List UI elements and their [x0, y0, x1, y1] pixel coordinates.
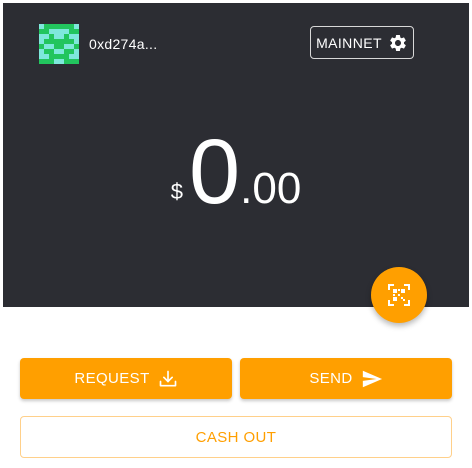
- cash-out-label: CASH OUT: [195, 428, 277, 446]
- request-label: REQUEST: [74, 370, 150, 387]
- balance-integer: 0: [188, 121, 241, 223]
- wallet-header: 0xd274a... MAINNET $ 0 .00: [3, 3, 469, 307]
- identicon-icon[interactable]: [39, 24, 79, 64]
- send-icon: [362, 370, 382, 387]
- request-button[interactable]: REQUEST: [20, 358, 232, 399]
- network-button[interactable]: MAINNET: [310, 26, 414, 59]
- currency-symbol: $: [170, 179, 183, 204]
- gear-icon: [390, 34, 406, 51]
- account-address[interactable]: 0xd274a...: [89, 36, 157, 52]
- qr-code-icon: [388, 284, 410, 306]
- download-icon: [159, 370, 176, 386]
- network-label: MAINNET: [316, 34, 382, 51]
- send-label: SEND: [309, 370, 353, 387]
- balance-decimal: .00: [240, 164, 302, 213]
- wallet-app: 0xd274a... MAINNET $ 0 .00 REQUEST SEND …: [0, 0, 472, 468]
- cash-out-button[interactable]: CASH OUT: [20, 416, 452, 458]
- send-button[interactable]: SEND: [240, 358, 452, 399]
- scan-qr-button[interactable]: [371, 267, 427, 323]
- balance-display: $ 0 .00: [3, 115, 469, 223]
